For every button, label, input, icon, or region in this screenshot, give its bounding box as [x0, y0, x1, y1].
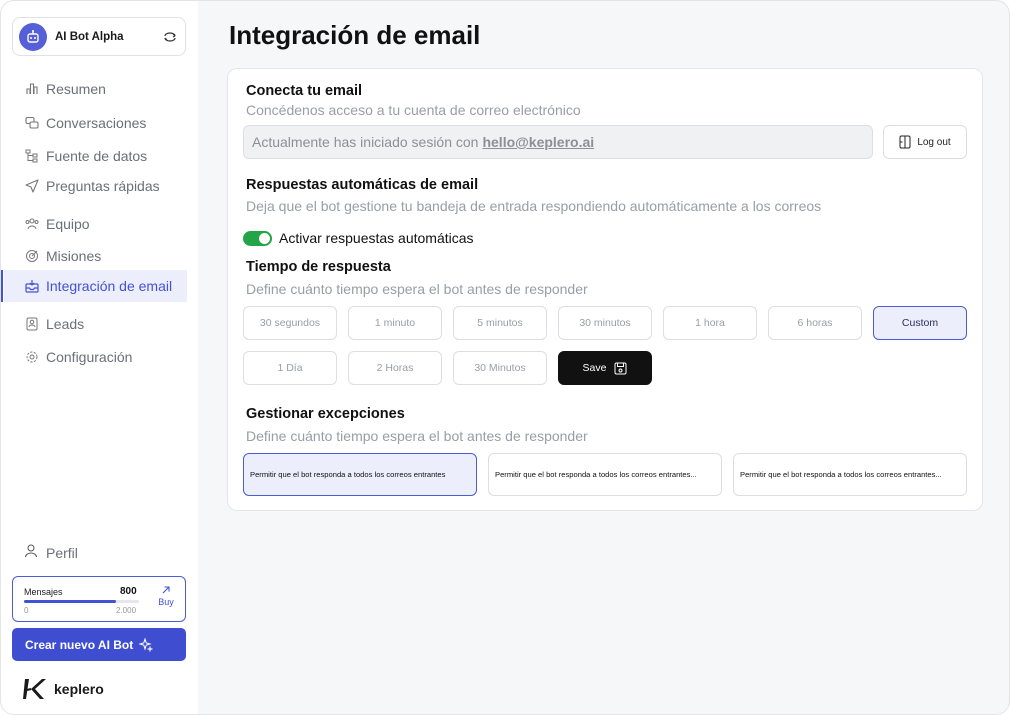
- credits-progress: [24, 600, 139, 603]
- keplero-logo-icon: [23, 679, 46, 699]
- robot-icon: [27, 29, 39, 43]
- bot-name: AI Bot Alpha: [55, 30, 124, 43]
- time-option-1m[interactable]: 1 minuto: [348, 306, 442, 340]
- sidebar-item-label: Preguntas rápidas: [46, 178, 160, 194]
- bot-switcher[interactable]: AI Bot Alpha: [12, 17, 186, 56]
- sidebar-item-label: Fuente de datos: [46, 148, 148, 164]
- arrow-up-right-icon: [162, 586, 170, 594]
- custom-option-2h[interactable]: 2 Horas: [348, 351, 442, 385]
- gear-icon: [24, 349, 40, 365]
- page-title: Integración de email: [229, 20, 481, 50]
- custom-option-30m[interactable]: 30 Minutos: [453, 351, 547, 385]
- message-credits: Mensajes 800 0 2.000 Buy: [12, 576, 186, 622]
- session-text: Actualmente has iniciado sesión con: [252, 134, 479, 150]
- response-time-subtitle: Define cuánto tiempo espera el bot antes…: [246, 281, 588, 297]
- credits-label: Mensajes: [24, 587, 63, 597]
- session-field: Actualmente has iniciado sesión con hell…: [243, 125, 873, 159]
- brand-name: keplero: [54, 681, 104, 697]
- time-option-5m[interactable]: 5 minutos: [453, 306, 547, 340]
- brand-logo: keplero: [22, 677, 104, 701]
- sidebar-item-equipo[interactable]: Equipo: [4, 208, 187, 240]
- auto-reply-toggle-row: Activar respuestas automáticas: [243, 230, 474, 246]
- sidebar-item-label: Resumen: [46, 81, 106, 97]
- exception-option[interactable]: Permitir que el bot responda a todos los…: [488, 453, 722, 496]
- auto-reply-title: Respuestas automáticas de email: [246, 177, 479, 193]
- save-label: Save: [582, 362, 607, 374]
- exception-option[interactable]: Permitir que el bot responda a todos los…: [243, 453, 477, 496]
- time-option-custom[interactable]: Custom: [873, 306, 967, 340]
- bot-avatar: [19, 22, 47, 51]
- sidebar-item-perfil[interactable]: Perfil: [24, 544, 78, 561]
- exceptions-subtitle: Define cuánto tiempo espera el bot antes…: [246, 428, 588, 444]
- send-icon: [24, 178, 40, 194]
- sidebar-item-label: Configuración: [46, 349, 133, 365]
- sidebar-item-misiones[interactable]: Misiones: [4, 240, 187, 272]
- sidebar-item-label: Equipo: [46, 216, 90, 232]
- buy-button[interactable]: Buy: [151, 585, 181, 607]
- sidebar-item-resumen[interactable]: Resumen: [4, 73, 187, 105]
- connect-subtitle: Concédenos acceso a tu cuenta de correo …: [246, 102, 581, 118]
- auto-reply-toggle[interactable]: [243, 230, 272, 246]
- app-window: AI Bot Alpha Resumen Conversaciones Fuen…: [0, 0, 1010, 715]
- profile-label: Perfil: [46, 544, 78, 561]
- credits-progress-fill: [24, 600, 116, 603]
- session-email[interactable]: hello@keplero.ai: [482, 134, 594, 150]
- time-option-30m[interactable]: 30 minutos: [558, 306, 652, 340]
- create-bot-label: Crear nuevo AI Bot: [25, 637, 134, 652]
- chart-icon: [24, 81, 40, 97]
- leads-icon: [24, 316, 40, 332]
- sidebar-item-integracion-de-email[interactable]: Integración de email: [1, 270, 187, 302]
- auto-reply-toggle-label: Activar respuestas automáticas: [279, 230, 474, 246]
- response-time-title: Tiempo de respuesta: [246, 259, 391, 275]
- save-button[interactable]: Save: [558, 351, 652, 385]
- team-icon: [24, 216, 40, 232]
- auto-reply-subtitle: Deja que el bot gestione tu bandeja de e…: [246, 198, 822, 214]
- sidebar-item-leads[interactable]: Leads: [4, 308, 187, 340]
- inbox-icon: [24, 278, 40, 294]
- chat-icon: [24, 115, 40, 131]
- swap-icon[interactable]: [161, 28, 179, 46]
- sidebar-item-conversaciones[interactable]: Conversaciones: [4, 107, 187, 139]
- data-source-icon: [24, 148, 40, 164]
- credits-min: 0: [24, 606, 29, 615]
- sidebar-item-label: Integración de email: [46, 278, 173, 294]
- sidebar-item-label: Leads: [46, 316, 85, 332]
- sparkle-icon: [139, 637, 154, 652]
- sidebar-item-configuracion[interactable]: Configuración: [4, 341, 187, 373]
- credits-value: 800: [120, 586, 137, 597]
- exceptions-title: Gestionar excepciones: [246, 406, 405, 422]
- user-icon: [24, 544, 38, 561]
- connect-title: Conecta tu email: [246, 83, 363, 99]
- custom-option-1d[interactable]: 1 Día: [243, 351, 337, 385]
- create-bot-button[interactable]: Crear nuevo AI Bot: [12, 628, 186, 661]
- sidebar-item-preguntas-rapidas[interactable]: Preguntas rápidas: [4, 170, 187, 202]
- logout-button[interactable]: Log out: [883, 125, 967, 159]
- time-option-30s[interactable]: 30 segundos: [243, 306, 337, 340]
- sidebar-item-label: Misiones: [46, 248, 102, 264]
- exception-option[interactable]: Permitir que el bot responda a todos los…: [733, 453, 967, 496]
- email-integration-card: Conecta tu email Concédenos acceso a tu …: [227, 68, 983, 511]
- sidebar: AI Bot Alpha Resumen Conversaciones Fuen…: [1, 1, 198, 714]
- sidebar-item-label: Conversaciones: [46, 115, 147, 131]
- buy-label: Buy: [158, 597, 174, 607]
- target-icon: [24, 248, 40, 264]
- logout-label: Log out: [917, 136, 951, 148]
- logout-icon: [899, 135, 911, 149]
- credits-max: 2.000: [116, 606, 137, 615]
- sidebar-item-fuente-de-datos[interactable]: Fuente de datos: [4, 140, 187, 172]
- time-option-1h[interactable]: 1 hora: [663, 306, 757, 340]
- floppy-disk-icon: [614, 362, 627, 375]
- time-option-6h[interactable]: 6 horas: [768, 306, 862, 340]
